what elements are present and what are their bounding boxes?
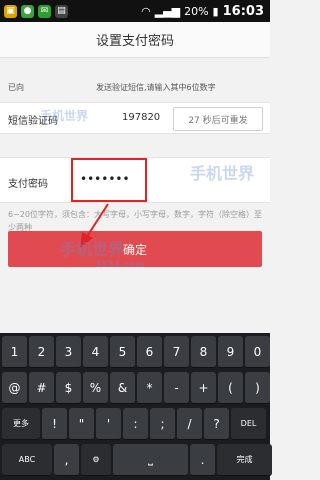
verify-code-label: 短信验证码 [8, 116, 58, 127]
verify-code-input[interactable]: 197820 [122, 112, 160, 123]
masked-phone [24, 83, 96, 92]
confirm-button[interactable]: 确定 [8, 231, 262, 267]
key-0[interactable]: 0 [245, 336, 270, 368]
battery-icon: ▮ [212, 4, 219, 18]
verify-code-row: 短信验证码 197820 27 秒后可重发 [0, 102, 270, 134]
battery-percent: 20% [184, 4, 209, 18]
password-label: 支付密码 [8, 179, 48, 190]
space-icon: ⎵ [148, 452, 153, 466]
key-7[interactable]: 7 [164, 336, 189, 368]
resend-button[interactable]: 27 秒后可重发 [173, 107, 263, 131]
sms-notice: 已向 发送验证短信,请输入其中6位数字 [8, 82, 270, 93]
page-title: 设置支付密码 [95, 34, 174, 49]
key-slash[interactable]: / [177, 408, 202, 440]
key-plus[interactable]: + [191, 372, 216, 404]
key-exclamation[interactable]: ! [42, 408, 67, 440]
key-minus[interactable]: - [164, 372, 189, 404]
notice-prefix: 已向 [8, 83, 24, 92]
delete-key[interactable]: DEL [231, 408, 266, 440]
keyboard-row-symbols: @ # $ % & * - + ( ) [2, 372, 270, 404]
key-comma[interactable]: , [54, 444, 79, 476]
key-5[interactable]: 5 [110, 336, 135, 368]
key-question[interactable]: ? [204, 408, 229, 440]
sim-icon: ▣ [4, 4, 17, 18]
clock: 16:03 [222, 3, 264, 19]
status-bar: ▣ ● ✉ ▤ ◠ ▂▄▆ 20% ▮ 16:03 [0, 0, 270, 22]
game-icon: ● [21, 4, 34, 18]
key-double-quote[interactable]: " [69, 408, 94, 440]
keyboard-row-punct: 更多 ! " ' : ; / ? DEL [2, 408, 266, 440]
space-key[interactable]: ⎵ [113, 444, 188, 476]
notice-suffix: 发送验证短信,请输入其中6位数字 [96, 83, 216, 92]
globe-key[interactable]: ⚙ [81, 444, 111, 476]
key-paren-close[interactable]: ) [245, 372, 270, 404]
key-percent[interactable]: % [83, 372, 108, 404]
key-paren-open[interactable]: ( [218, 372, 243, 404]
key-asterisk[interactable]: * [137, 372, 162, 404]
keyboard-row-bottom: ABC , ⚙ ⎵ . 完成 [2, 444, 272, 476]
page-title-bar: 设置支付密码 [0, 22, 270, 58]
key-colon[interactable]: : [123, 408, 148, 440]
done-key[interactable]: 完成 [217, 444, 272, 476]
key-at[interactable]: @ [2, 372, 27, 404]
key-dollar[interactable]: $ [56, 372, 81, 404]
key-semicolon[interactable]: ; [150, 408, 175, 440]
key-2[interactable]: 2 [29, 336, 54, 368]
key-hash[interactable]: # [29, 372, 54, 404]
soft-keyboard: 1 2 3 4 5 6 7 8 9 0 @ # $ % & * - + ( ) … [0, 333, 272, 480]
key-ampersand[interactable]: & [110, 372, 135, 404]
abc-key[interactable]: ABC [2, 444, 52, 476]
key-single-quote[interactable]: ' [96, 408, 121, 440]
password-input[interactable]: ••••••• [80, 172, 130, 186]
key-period[interactable]: . [190, 444, 215, 476]
signal-icon: ▂▄▆ [154, 4, 181, 18]
gallery-icon: ▤ [55, 4, 68, 18]
password-row: 支付密码 ••••••• [0, 157, 270, 203]
key-8[interactable]: 8 [191, 336, 216, 368]
key-4[interactable]: 4 [83, 336, 108, 368]
keyboard-row-numbers: 1 2 3 4 5 6 7 8 9 0 [2, 336, 270, 368]
key-6[interactable]: 6 [137, 336, 162, 368]
key-3[interactable]: 3 [56, 336, 81, 368]
more-symbols-key[interactable]: 更多 [2, 408, 40, 440]
key-9[interactable]: 9 [218, 336, 243, 368]
settings-icon: ⚙ [92, 455, 100, 464]
wifi-icon: ◠ [141, 4, 151, 18]
key-1[interactable]: 1 [2, 336, 27, 368]
message-icon: ✉ [38, 4, 51, 18]
